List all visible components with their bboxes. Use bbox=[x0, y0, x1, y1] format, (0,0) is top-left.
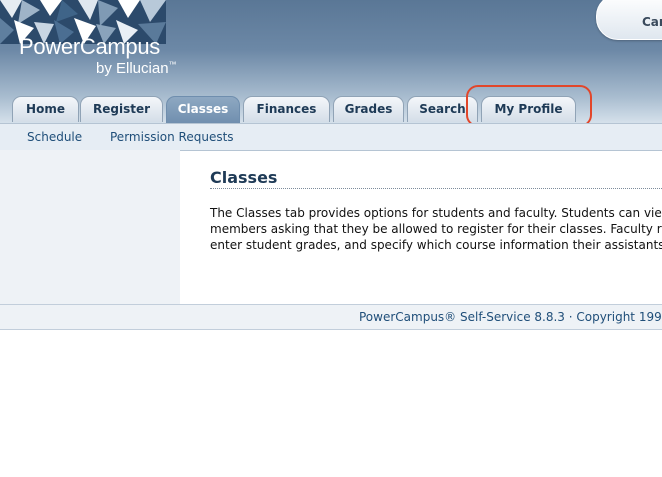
subnav-schedule[interactable]: Schedule bbox=[27, 130, 82, 144]
tab-home[interactable]: Home bbox=[12, 96, 79, 122]
trademark-symbol: ™ bbox=[168, 60, 177, 69]
subnav-permission-requests[interactable]: Permission Requests bbox=[110, 130, 234, 144]
footer: PowerCampus® Self-Service 8.8.3 · Copyri… bbox=[0, 304, 662, 330]
tab-my-profile[interactable]: My Profile bbox=[481, 96, 576, 122]
logo-wordmark: PowerCampus bbox=[19, 34, 160, 59]
description-paragraph: The Classes tab provides options for stu… bbox=[210, 205, 662, 253]
tab-classes[interactable]: Classes bbox=[166, 96, 240, 124]
description-line: enter student grades, and specify which … bbox=[210, 238, 662, 252]
description-line: members asking that they be allowed to r… bbox=[210, 222, 662, 236]
sub-navigation: Schedule Permission Requests bbox=[0, 123, 662, 151]
cart-button[interactable]: Cart bbox=[596, 0, 662, 40]
title-divider bbox=[210, 188, 662, 189]
tab-finances[interactable]: Finances bbox=[243, 96, 330, 122]
logo-byline: by Ellucian™ bbox=[96, 60, 177, 77]
cart-label: Cart bbox=[642, 15, 662, 29]
tab-register[interactable]: Register bbox=[80, 96, 163, 122]
description-line: The Classes tab provides options for stu… bbox=[210, 206, 662, 220]
left-sidebar bbox=[0, 150, 180, 304]
tab-grades[interactable]: Grades bbox=[333, 96, 404, 122]
footer-copyright: PowerCampus® Self-Service 8.8.3 · Copyri… bbox=[359, 310, 662, 324]
page-title: Classes bbox=[210, 168, 278, 187]
tab-search[interactable]: Search bbox=[407, 96, 478, 122]
